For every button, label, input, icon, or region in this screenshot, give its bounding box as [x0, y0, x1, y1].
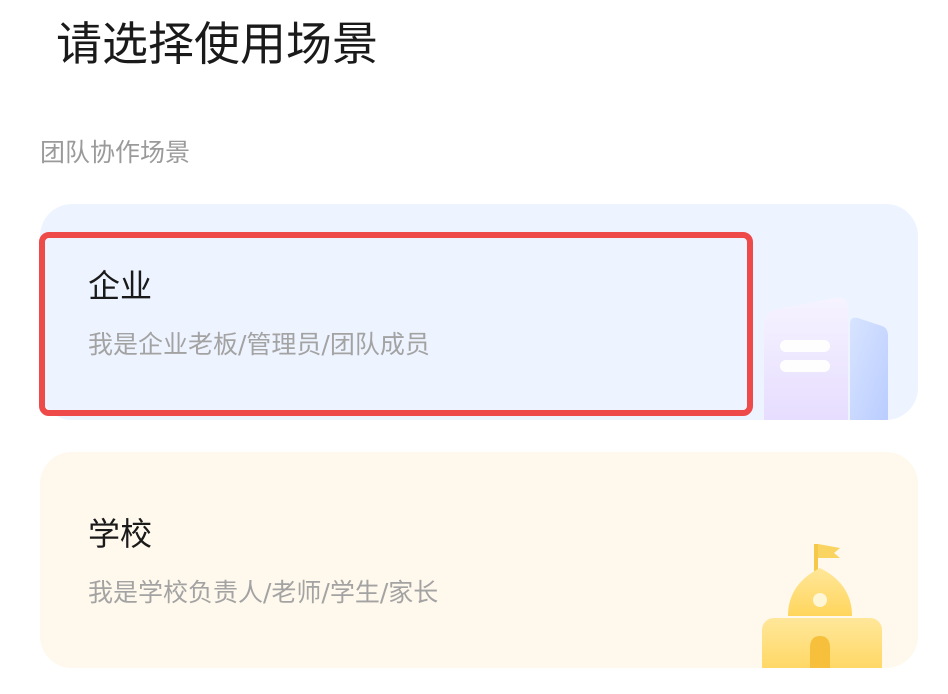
page-title: 请选择使用场景 [56, 17, 378, 71]
school-building-icon [762, 544, 882, 668]
card-description: 我是企业老板/管理员/团队成员 [88, 330, 430, 359]
office-building-icon [764, 297, 888, 420]
scenario-card-school[interactable]: 学校 我是学校负责人/老师/学生/家长 [40, 452, 918, 668]
card-title: 学校 [88, 515, 153, 553]
card-description: 我是学校负责人/老师/学生/家长 [88, 578, 439, 607]
card-title: 企业 [88, 267, 153, 305]
scenario-card-enterprise[interactable]: 企业 我是企业老板/管理员/团队成员 [40, 204, 918, 420]
section-label-team: 团队协作场景 [40, 138, 191, 167]
